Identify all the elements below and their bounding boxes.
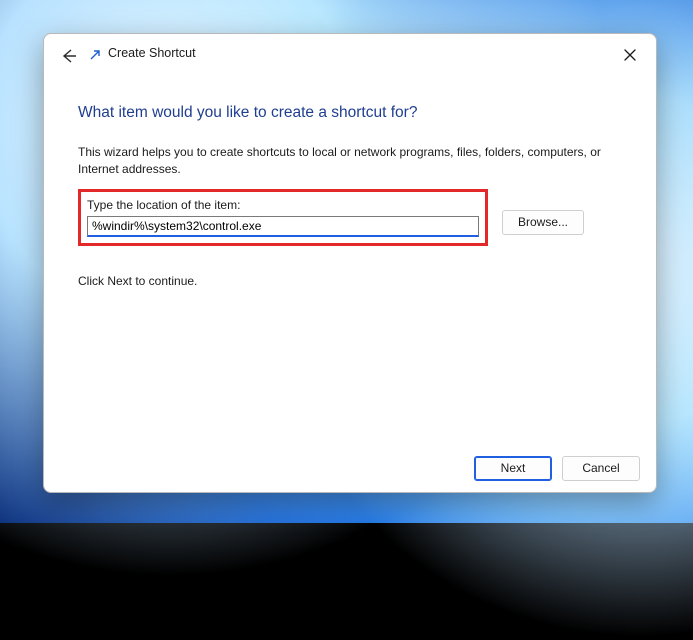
location-input[interactable] [87, 216, 479, 237]
arrow-left-icon [61, 48, 77, 67]
location-highlight-frame: Type the location of the item: [78, 189, 488, 246]
close-icon [624, 49, 636, 64]
location-label: Type the location of the item: [87, 198, 479, 212]
cancel-button[interactable]: Cancel [562, 456, 640, 481]
titlebar: Create Shortcut [44, 34, 656, 78]
shortcut-icon [88, 48, 102, 62]
window-title: Create Shortcut [108, 46, 196, 60]
continue-hint: Click Next to continue. [78, 274, 622, 288]
description-text: This wizard helps you to create shortcut… [78, 144, 622, 179]
create-shortcut-dialog: Create Shortcut What item would you like… [43, 33, 657, 493]
back-button[interactable] [60, 48, 78, 66]
page-heading: What item would you like to create a sho… [78, 104, 622, 122]
browse-button[interactable]: Browse... [502, 210, 584, 235]
dialog-body: What item would you like to create a sho… [78, 104, 622, 436]
dialog-footer: Next Cancel [44, 444, 656, 492]
close-button[interactable] [616, 42, 644, 70]
location-row: Type the location of the item: Browse... [78, 197, 622, 246]
next-button[interactable]: Next [474, 456, 552, 481]
